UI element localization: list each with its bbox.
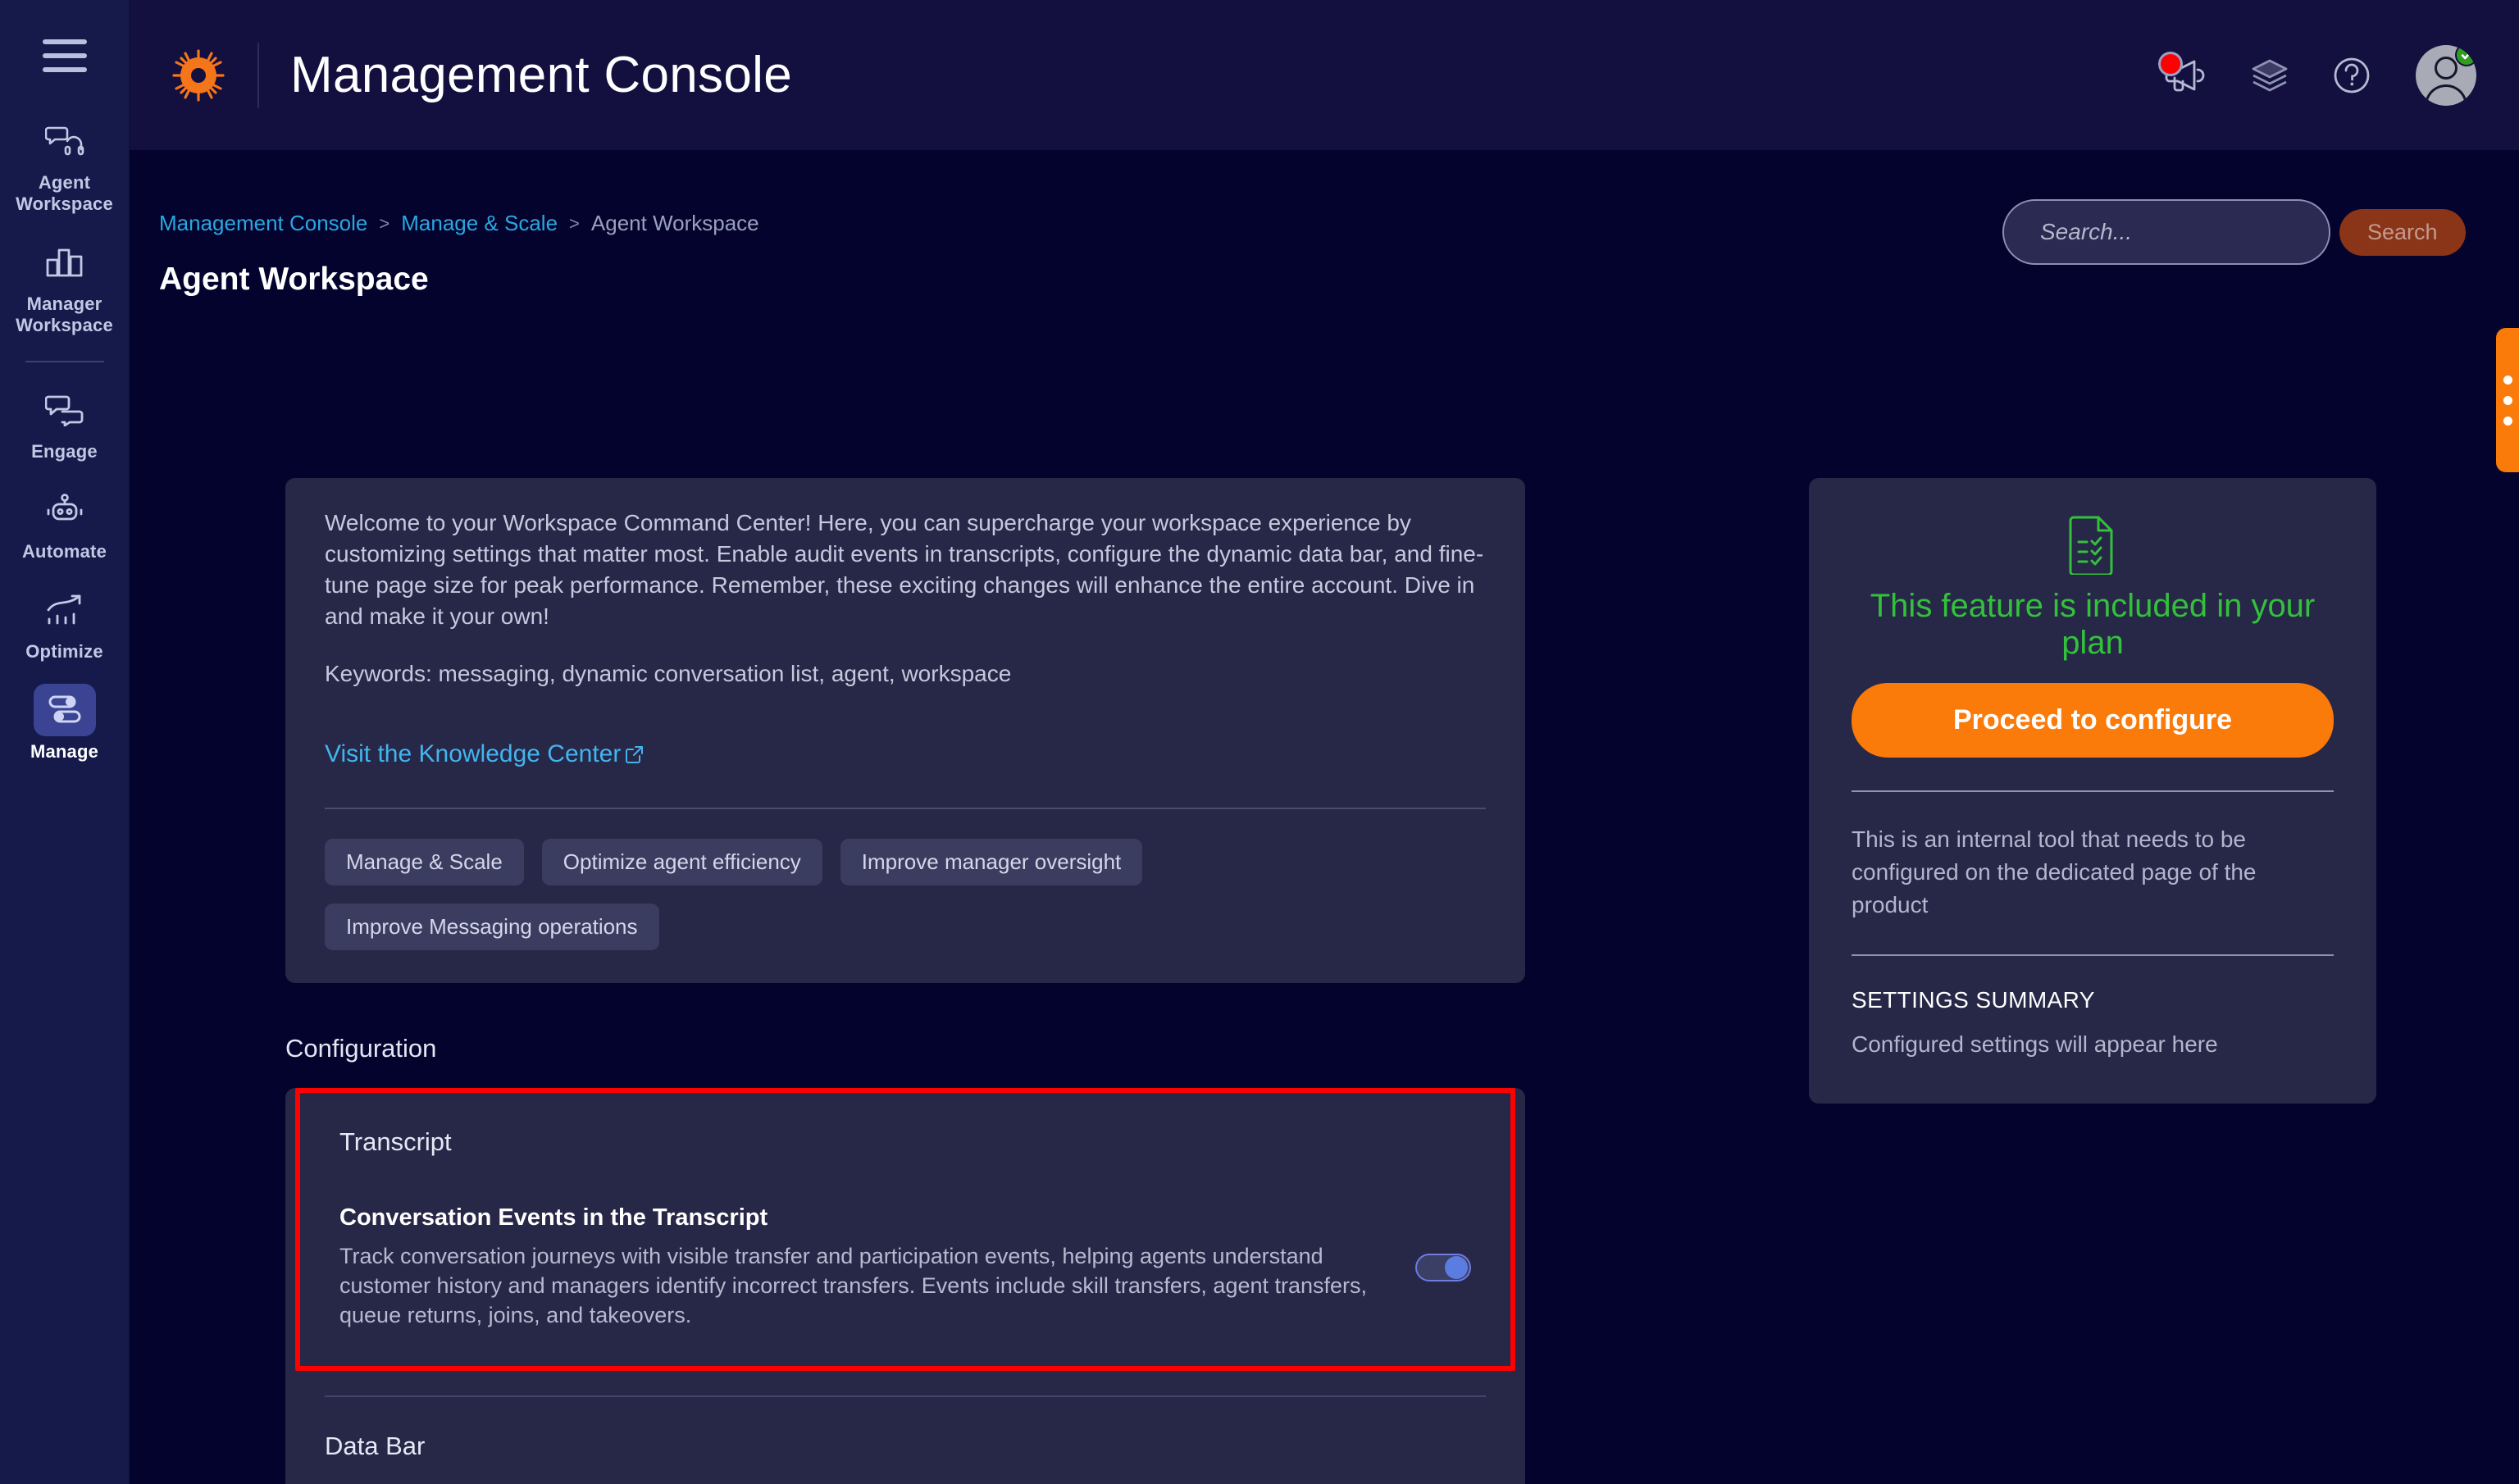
hamburger-menu-icon[interactable] xyxy=(42,39,88,72)
breadcrumb-item-manage-and-scale[interactable]: Manage & Scale xyxy=(401,211,558,236)
sidebar-item-automate[interactable]: Automate xyxy=(0,484,129,562)
breadcrumb: Management Console > Manage & Scale > Ag… xyxy=(159,211,759,236)
data-bar-group-heading: Data Bar xyxy=(325,1432,426,1460)
knowledge-center-link[interactable]: Visit the Knowledge Center xyxy=(325,740,644,768)
external-link-icon xyxy=(626,746,644,763)
search-button[interactable]: Search xyxy=(2339,208,2466,256)
bar-chart-icon xyxy=(34,236,96,289)
configuration-card: Transcript Conversation Events in the Tr… xyxy=(285,1088,1525,1484)
setting-name: Conversation Events in the Transcript xyxy=(339,1204,768,1231)
breadcrumb-item-management-console[interactable]: Management Console xyxy=(159,211,367,236)
knowledge-center-link-label: Visit the Knowledge Center xyxy=(325,740,622,767)
tag-chip[interactable]: Improve Messaging operations xyxy=(325,904,659,950)
toggle-conversation-events[interactable] xyxy=(1415,1253,1471,1281)
app-root: Agent Workspace Manager Workspace Engage… xyxy=(0,0,2519,1484)
notification-badge xyxy=(2158,51,2183,76)
plan-divider xyxy=(1852,790,2334,792)
sidebar-item-agent-workspace[interactable]: Agent Workspace xyxy=(0,115,129,215)
configuration-section-label: Configuration xyxy=(285,1034,437,1063)
breadcrumb-separator: > xyxy=(569,212,580,234)
sidebar-item-manager-workspace[interactable]: Manager Workspace xyxy=(0,236,129,336)
sidebar-item-manage[interactable]: Manage xyxy=(0,684,129,762)
breadcrumb-separator: > xyxy=(379,212,390,234)
sidebar-item-label: Agent Workspace xyxy=(16,172,113,214)
sidebar-item-optimize[interactable]: Optimize xyxy=(0,584,129,662)
three-dots-icon xyxy=(2503,395,2512,405)
chat-bubbles-icon xyxy=(34,384,96,436)
sliders-icon xyxy=(33,684,96,736)
welcome-keywords: Keywords: messaging, dynamic conversatio… xyxy=(325,661,1012,686)
setting-texts: Conversation Events in the Transcript Tr… xyxy=(339,1204,1382,1330)
sidebar-item-engage[interactable]: Engage xyxy=(0,384,129,462)
three-dots-icon xyxy=(2503,416,2512,426)
tag-chip-list: Manage & Scale Optimize agent efficiency… xyxy=(325,839,1486,950)
avatar-head xyxy=(2435,56,2458,80)
settings-summary-body: Configured settings will appear here xyxy=(1852,1031,2218,1057)
avatar-body xyxy=(2425,84,2467,106)
welcome-paragraph: Welcome to your Workspace Command Center… xyxy=(325,510,1484,629)
sidebar-item-label: Manage xyxy=(30,741,99,762)
layers-icon[interactable] xyxy=(2252,58,2288,93)
left-sidebar: Agent Workspace Manager Workspace Engage… xyxy=(0,0,130,1484)
three-dots-icon xyxy=(2503,375,2512,385)
document-checklist-icon xyxy=(1852,514,2334,575)
proceed-to-configure-button[interactable]: Proceed to configure xyxy=(1852,683,2334,758)
search-bar: Search xyxy=(2002,199,2466,265)
presence-online-icon xyxy=(2455,44,2476,66)
transcript-group: Transcript Conversation Events in the Tr… xyxy=(300,1093,1510,1366)
main-column: Welcome to your Workspace Command Center… xyxy=(285,478,1525,1484)
side-panel-handle[interactable] xyxy=(2496,328,2519,472)
tag-chip[interactable]: Improve manager oversight xyxy=(840,839,1143,885)
app-title: Management Console xyxy=(290,47,792,103)
chat-headset-icon xyxy=(34,115,96,167)
toggle-knob xyxy=(1445,1255,1468,1279)
sidebar-item-label: Manager Workspace xyxy=(16,294,113,335)
transcript-group-highlight: Transcript Conversation Events in the Tr… xyxy=(295,1088,1515,1371)
sidebar-nav: Agent Workspace Manager Workspace Engage… xyxy=(0,115,129,784)
megaphone-icon[interactable] xyxy=(2158,51,2207,93)
user-avatar[interactable] xyxy=(2416,44,2476,106)
page-content: Management Console > Manage & Scale > Ag… xyxy=(130,150,2519,1484)
data-bar-group: Data Bar Configure Data Bar Hide CSAT fr… xyxy=(285,1397,1525,1484)
sidebar-item-label: Automate xyxy=(21,541,107,562)
header-divider xyxy=(257,42,259,108)
help-circle-icon[interactable] xyxy=(2332,56,2371,95)
welcome-card: Welcome to your Workspace Command Center… xyxy=(285,478,1525,983)
transcript-group-heading: Transcript xyxy=(339,1127,452,1156)
trend-up-icon xyxy=(34,584,96,636)
brand-logo[interactable]: Management Console xyxy=(172,42,792,108)
right-column: This feature is included in your plan Pr… xyxy=(1809,478,2376,1104)
plan-card: This feature is included in your plan Pr… xyxy=(1809,478,2376,1104)
top-header: Management Console xyxy=(130,0,2519,150)
plan-status-text: This feature is included in your plan xyxy=(1870,588,2316,661)
sidebar-item-label: Optimize xyxy=(25,641,103,662)
breadcrumb-item-agent-workspace: Agent Workspace xyxy=(590,211,759,235)
settings-summary-title: SETTINGS SUMMARY xyxy=(1852,987,2095,1013)
robot-icon xyxy=(34,484,96,536)
tag-chip[interactable]: Optimize agent efficiency xyxy=(541,839,822,885)
setting-row-conversation-events: Conversation Events in the Transcript Tr… xyxy=(339,1204,1471,1330)
plan-note: This is an internal tool that needs to b… xyxy=(1852,826,2257,917)
sidebar-item-label: Engage xyxy=(31,441,98,462)
gear-icon xyxy=(172,48,225,102)
header-actions xyxy=(2158,44,2476,106)
search-input[interactable] xyxy=(2040,219,2339,245)
plan-divider xyxy=(1852,954,2334,956)
card-divider xyxy=(325,808,1486,809)
tag-chip[interactable]: Manage & Scale xyxy=(325,839,524,885)
sidebar-divider xyxy=(25,361,104,362)
page-title: Agent Workspace xyxy=(159,262,429,297)
setting-description: Track conversation journeys with visible… xyxy=(339,1244,1368,1327)
